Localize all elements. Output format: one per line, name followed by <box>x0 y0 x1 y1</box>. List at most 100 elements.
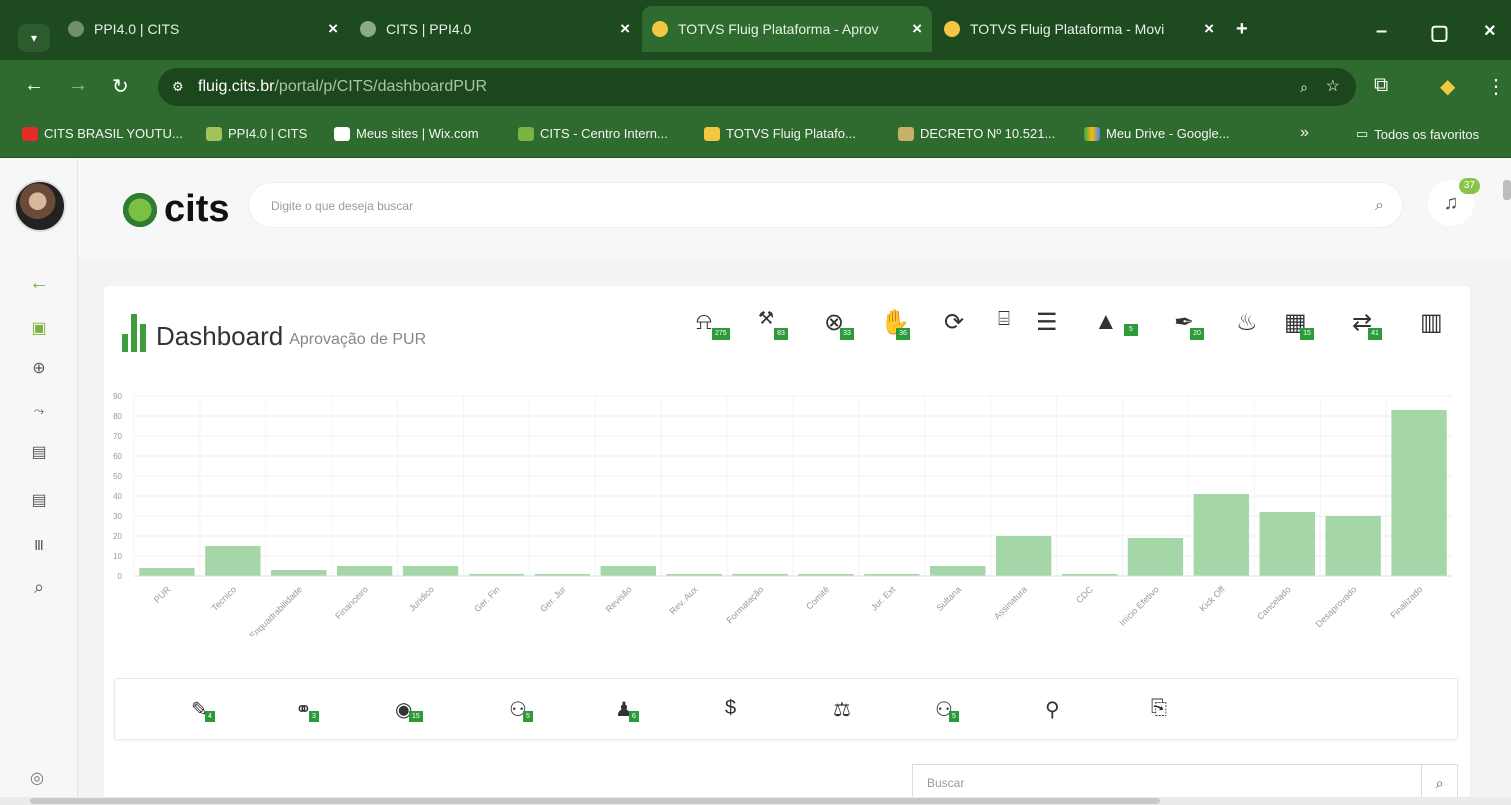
bookmark-item[interactable]: DECRETO Nº 10.521... <box>898 126 1055 141</box>
search-icon[interactable]: ⌕ <box>1375 183 1384 229</box>
back-icon[interactable]: ← <box>24 74 44 97</box>
zoom-icon[interactable]: ⌕ <box>1300 68 1308 106</box>
gov-icon <box>898 126 914 141</box>
avatar[interactable] <box>14 180 66 232</box>
handshake-icon[interactable]: ⇄ 41 <box>1352 308 1382 340</box>
wix-icon <box>334 126 350 141</box>
horizontal-scrollbar[interactable] <box>0 797 1511 805</box>
reload-icon[interactable]: ↻ <box>112 74 129 99</box>
scroll-thumb[interactable] <box>30 798 1160 804</box>
sidebar: ← ▣ ⊕ ⤳ ▤ ▤ Ⅲ ⌕ ◎ <box>0 158 78 805</box>
thumbs-down-icon[interactable]: ✋ 36 <box>880 308 910 340</box>
restore-icon[interactable]: ▢ <box>1430 20 1449 45</box>
close-window-icon[interactable]: × <box>1484 20 1496 43</box>
bar-chart-icon[interactable]: Ⅲ <box>28 534 50 556</box>
cits-logo[interactable]: cits <box>120 188 229 231</box>
x-tick-label: Cancelado <box>1255 584 1292 621</box>
hierarchy-icon[interactable]: ⌸ <box>998 308 1010 331</box>
flame-icon[interactable]: ♨ <box>1236 308 1258 337</box>
table-search-input[interactable]: Buscar ⌕ <box>912 764 1458 800</box>
tab-cits-ppi40[interactable]: CITS | PPI4.0 × <box>350 6 640 52</box>
chart-bar <box>271 570 327 576</box>
browser-tab-bar: ▾ PPI4.0 | CITS × CITS | PPI4.0 × TOTVS … <box>0 0 1511 66</box>
site-settings-icon[interactable]: ⚙ <box>172 68 184 106</box>
calendar-cancel-icon[interactable]: ▦ 15 <box>1284 308 1314 340</box>
search-icon[interactable]: ⌕ <box>28 576 50 598</box>
y-tick-label: 20 <box>113 532 122 541</box>
dollar-circle-icon[interactable]: $ <box>725 697 736 720</box>
close-tab-icon[interactable]: × <box>912 19 922 39</box>
star-icon[interactable]: ☆ <box>1326 68 1340 106</box>
y-tick-label: 30 <box>113 512 122 521</box>
contract-icon[interactable]: ⎘ <box>1151 697 1167 720</box>
tab-fluig-aprovacao[interactable]: TOTVS Fluig Plataforma - Aprov × <box>642 6 932 52</box>
dashboard-icon[interactable]: ▣ <box>28 318 50 340</box>
tab-fluig-movimentacao[interactable]: TOTVS Fluig Plataforma - Movi × <box>934 6 1224 52</box>
chart-bar <box>336 566 393 576</box>
x-tick-label: Desaprovado <box>1314 584 1359 629</box>
x-tick-label: Juridico <box>407 584 436 613</box>
chart-bar <box>402 566 459 576</box>
x-tick-label: Comitê <box>804 584 831 611</box>
cits-logo-mark-icon <box>120 189 160 230</box>
tab-ppi40-cits[interactable]: PPI4.0 | CITS × <box>58 6 348 52</box>
tools-icon[interactable]: ⚒ 83 <box>758 308 788 340</box>
tab-search-dropdown[interactable]: ▾ <box>18 24 50 52</box>
notifications-button[interactable]: ♫ 37 <box>1428 178 1480 226</box>
address-bar[interactable]: ⚙ fluig.cits.br/portal/p/CITS/dashboardP… <box>158 68 1356 106</box>
refresh-icon[interactable]: ⟳ <box>944 308 964 337</box>
x-tick-label: CDC <box>1074 584 1095 605</box>
lawyer-icon[interactable]: ♟ 6 <box>615 697 639 722</box>
vertical-scrollbar[interactable] <box>1503 180 1511 200</box>
more-bookmarks-button[interactable]: » <box>1300 124 1309 142</box>
x-tick-label: Assinatura <box>992 584 1029 621</box>
sim-card-icon[interactable]: ▥ <box>1420 308 1443 337</box>
pen-icon[interactable]: ✒ 20 <box>1174 308 1204 340</box>
finance-bag-icon[interactable]: ⚇ 5 <box>509 697 533 722</box>
calendar-list-icon[interactable]: ▤ <box>28 490 50 512</box>
audit-bag-icon[interactable]: ⚇ 5 <box>935 697 959 722</box>
close-tab-icon[interactable]: × <box>1204 19 1214 39</box>
x-tick-label: Kick Off <box>1198 584 1228 614</box>
chart-bar <box>1127 538 1184 576</box>
extensions-icon[interactable]: ⧉ <box>1374 74 1388 97</box>
eye-review-icon[interactable]: ◉ 15 <box>395 697 423 722</box>
bookmark-item[interactable]: Meu Drive - Google... <box>1084 126 1230 141</box>
money-bag-icon[interactable]: ⚭ 3 <box>295 697 319 722</box>
close-tab-icon[interactable]: × <box>620 19 630 39</box>
calendar-icon[interactable]: ▤ <box>28 442 50 464</box>
checklist-icon[interactable]: ☰ <box>1036 308 1058 337</box>
x-tick-label: Formatação <box>724 584 765 625</box>
flow-icon[interactable]: ⤳ <box>28 400 50 422</box>
back-arrow-icon[interactable]: ← <box>28 272 50 294</box>
all-favorites-button[interactable]: ▭ Todos os favoritos <box>1356 126 1479 142</box>
search-icon[interactable]: ⌕ <box>1421 765 1457 799</box>
global-search-input[interactable]: Digite o que deseja buscar ⌕ <box>248 182 1403 228</box>
forward-icon[interactable]: → <box>68 74 88 97</box>
fluig-favicon-icon <box>704 126 720 141</box>
notifications-badge: 37 <box>1458 178 1480 194</box>
minimize-icon[interactable]: – <box>1376 20 1387 43</box>
bookmark-item[interactable]: PPI4.0 | CITS <box>206 126 307 141</box>
bookmark-item[interactable]: Meus sites | Wix.com <box>334 126 479 141</box>
menu-icon[interactable]: ⋮ <box>1486 74 1506 99</box>
new-tab-button[interactable]: + <box>1236 18 1248 41</box>
bookmarks-bar: CITS BRASIL YOUTU... PPI4.0 | CITS Meus … <box>0 114 1511 158</box>
page-title: Dashboard <box>156 321 284 351</box>
alert-bell-icon[interactable]: ⍾ 275 <box>696 308 730 340</box>
process-icons-strip: ✎ 4 ⚭ 3 ◉ 15 ⚇ 5 ♟ 6 $ ⚖ ⚇ 5 ⚲ ⎘ <box>114 678 1458 740</box>
location-pin-icon[interactable]: ◎ <box>30 768 44 788</box>
close-tab-icon[interactable]: × <box>328 19 338 39</box>
bookmark-item[interactable]: TOTVS Fluig Platafo... <box>704 126 856 141</box>
sofalicence-icon[interactable]: ▲ 5 <box>1094 308 1138 336</box>
bookmark-item[interactable]: CITS - Centro Intern... <box>518 126 668 141</box>
bookmark-item[interactable]: CITS BRASIL YOUTU... <box>22 126 183 141</box>
gavel-icon[interactable]: ⚖ <box>833 697 851 722</box>
add-circle-icon[interactable]: ⊕ <box>28 358 50 380</box>
y-tick-label: 70 <box>113 432 122 441</box>
user-search-icon[interactable]: ⚲ <box>1045 697 1060 722</box>
profile-extension-icon[interactable]: ◆ <box>1440 74 1455 99</box>
edit-document-icon[interactable]: ✎ 4 <box>191 697 215 722</box>
cancel-circle-icon[interactable]: ⊗ 33 <box>824 308 854 340</box>
chart-bar <box>139 568 195 576</box>
